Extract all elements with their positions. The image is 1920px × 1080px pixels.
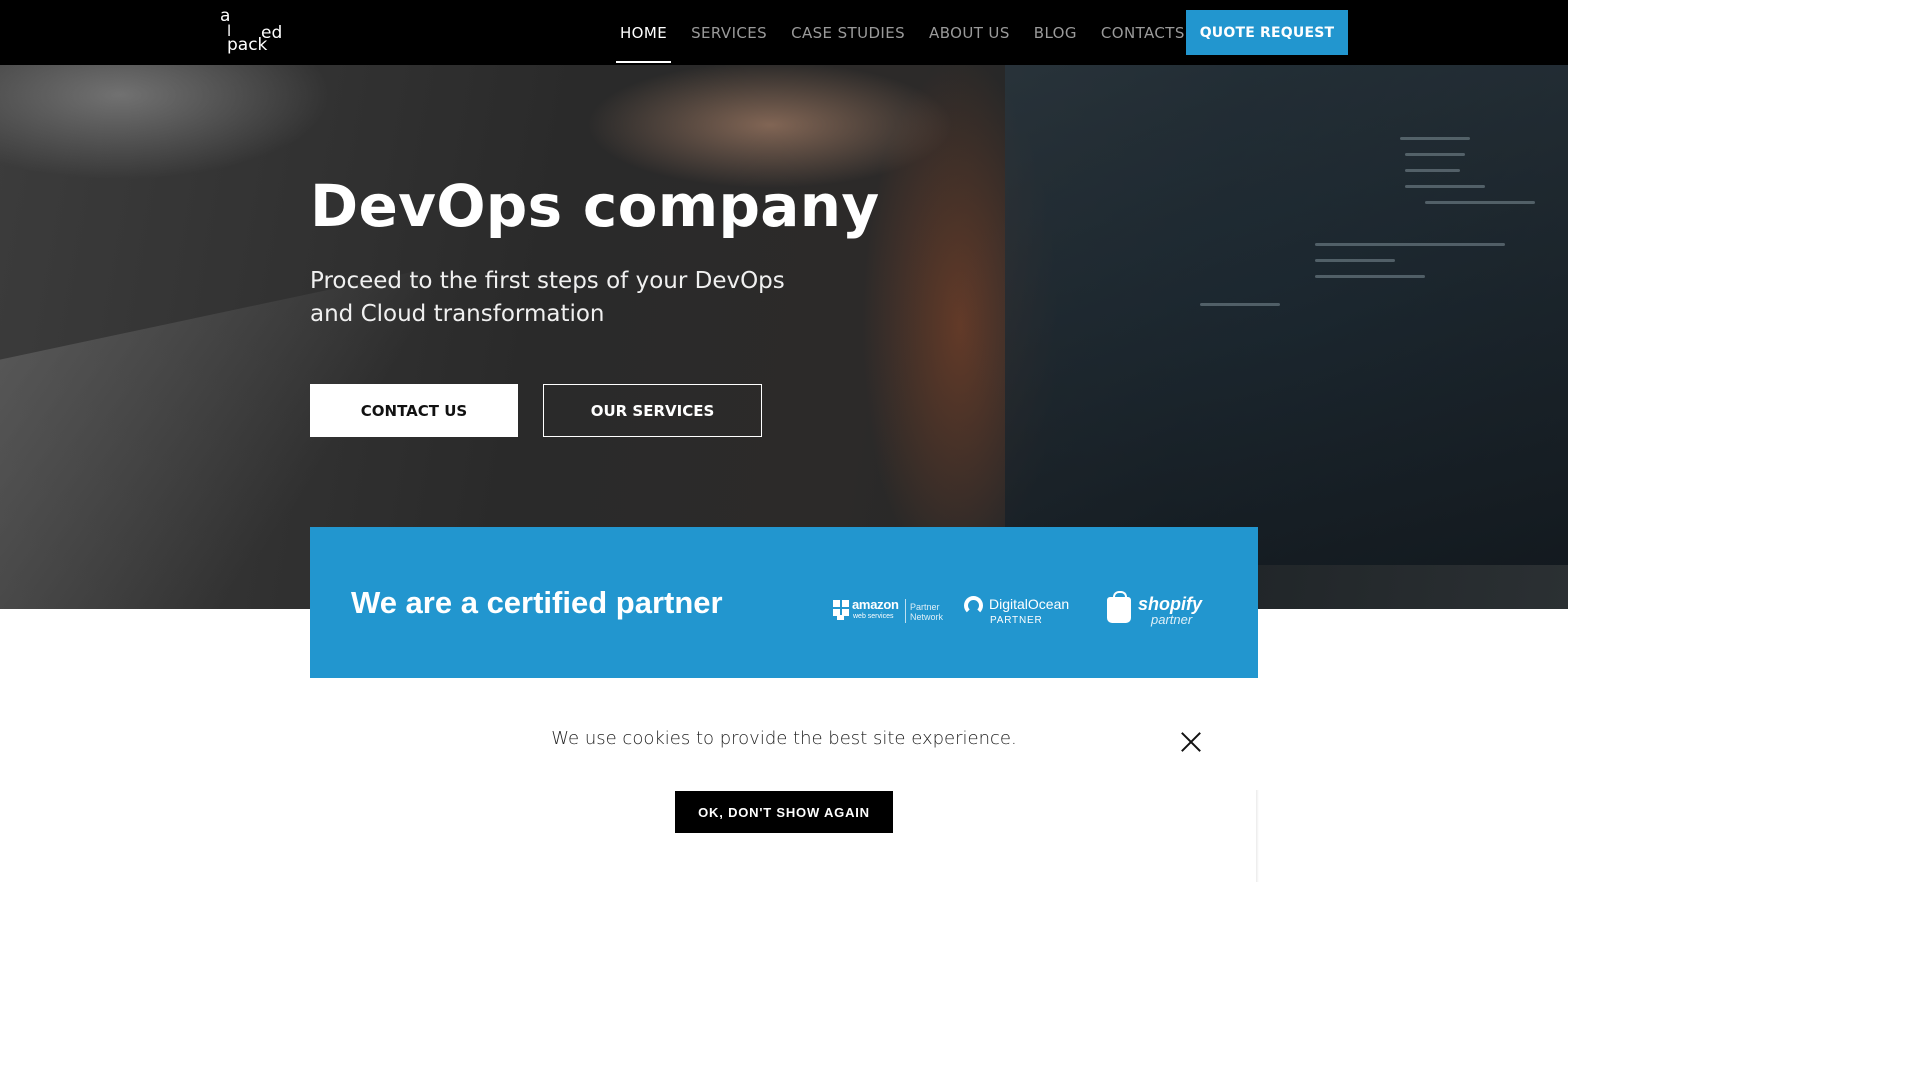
close-icon[interactable] [1180, 731, 1202, 753]
aws-cubes-icon [833, 600, 849, 620]
hero-title: DevOps company [310, 172, 880, 240]
digitalocean-partner-logo: DigitalOcean PARTNER [964, 593, 1084, 629]
aws-partner-logo: amazon web services Partner Network [832, 595, 948, 627]
card-shadow-edge [1256, 790, 1259, 882]
hero-background-monitor [1005, 65, 1568, 565]
main-navigation: HOME SERVICES CASE STUDIES ABOUT US BLOG… [608, 0, 1197, 65]
shopify-bag-icon [1107, 591, 1131, 623]
aws-logo-divider [905, 599, 906, 623]
digitalocean-logo-name: DigitalOcean [989, 596, 1070, 612]
certified-partner-title: We are a certified partner [351, 585, 723, 620]
nav-item-case-studies[interactable]: CASE STUDIES [779, 0, 917, 65]
contact-us-button[interactable]: CONTACT US [310, 384, 518, 437]
aws-partner-network-label: Partner Network [910, 602, 944, 622]
nav-item-contacts[interactable]: CONTACTS [1089, 0, 1197, 65]
shopify-partner-logo: shopify partner [1107, 591, 1203, 631]
cookie-message: We use cookies to provide the best site … [551, 728, 1017, 749]
cookie-banner [0, 678, 1568, 882]
shopify-logo-sub: partner [1151, 612, 1193, 627]
quote-request-button[interactable]: QUOTE REQUEST [1186, 10, 1348, 55]
site-logo[interactable]: a l ed pack [218, 6, 288, 58]
nav-item-blog[interactable]: BLOG [1022, 0, 1089, 65]
nav-item-home[interactable]: HOME [608, 0, 679, 65]
nav-item-services[interactable]: SERVICES [679, 0, 779, 65]
hero-subtitle: Proceed to the first steps of your DevOp… [310, 268, 785, 327]
logo-letters-pack: pack [227, 35, 268, 55]
aws-logo-name: amazon [852, 597, 899, 612]
digitalocean-icon [964, 596, 983, 615]
cookie-accept-button[interactable]: OK, DON'T SHOW AGAIN [675, 791, 893, 833]
our-services-button[interactable]: OUR SERVICES [543, 384, 762, 437]
certified-partner-banner: We are a certified partner amazon web se… [310, 527, 1258, 678]
aws-logo-sub: web services [853, 613, 894, 620]
digitalocean-logo-sub: PARTNER [990, 615, 1043, 626]
top-navbar: a l ed pack HOME SERVICES CASE STUDIES A… [0, 0, 1568, 65]
nav-item-about-us[interactable]: ABOUT US [917, 0, 1022, 65]
